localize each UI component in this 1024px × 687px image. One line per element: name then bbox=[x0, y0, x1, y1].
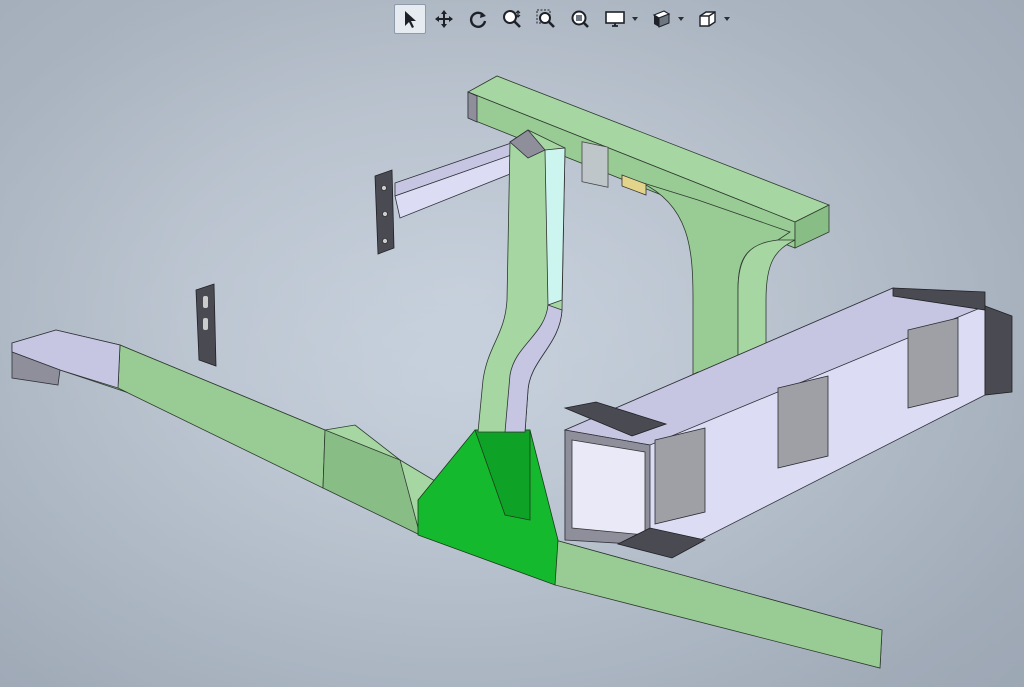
left-upright-tab[interactable] bbox=[195, 283, 217, 367]
zoom-to-area-icon bbox=[536, 9, 555, 28]
model-scene[interactable] bbox=[0, 0, 1024, 687]
view-orientation-button[interactable] bbox=[690, 4, 734, 34]
select-icon bbox=[405, 11, 416, 28]
section-view-icon bbox=[652, 10, 671, 28]
heads-up-view-toolbar bbox=[394, 3, 734, 35]
dropdown-caret-icon[interactable] bbox=[724, 17, 730, 21]
zoom-to-area-button[interactable] bbox=[530, 4, 562, 34]
select-button[interactable] bbox=[394, 4, 426, 34]
pan-button[interactable] bbox=[428, 4, 460, 34]
pan-icon bbox=[435, 10, 453, 28]
zoom-in-out-icon bbox=[503, 10, 521, 28]
section-view-button[interactable] bbox=[644, 4, 688, 34]
dropdown-caret-icon[interactable] bbox=[678, 17, 684, 21]
zoom-to-fit-icon bbox=[571, 10, 589, 28]
zoom-to-fit-button[interactable] bbox=[564, 4, 596, 34]
view-orientation-icon bbox=[699, 11, 716, 27]
dropdown-caret-icon[interactable] bbox=[632, 17, 638, 21]
display-style-button[interactable] bbox=[598, 4, 642, 34]
rotate-icon bbox=[469, 11, 487, 28]
rotate-button[interactable] bbox=[462, 4, 494, 34]
crossbar-plate bbox=[581, 141, 609, 188]
zoom-in-out-button[interactable] bbox=[496, 4, 528, 34]
3d-viewport[interactable] bbox=[0, 0, 1024, 687]
display-style-icon bbox=[605, 11, 625, 27]
